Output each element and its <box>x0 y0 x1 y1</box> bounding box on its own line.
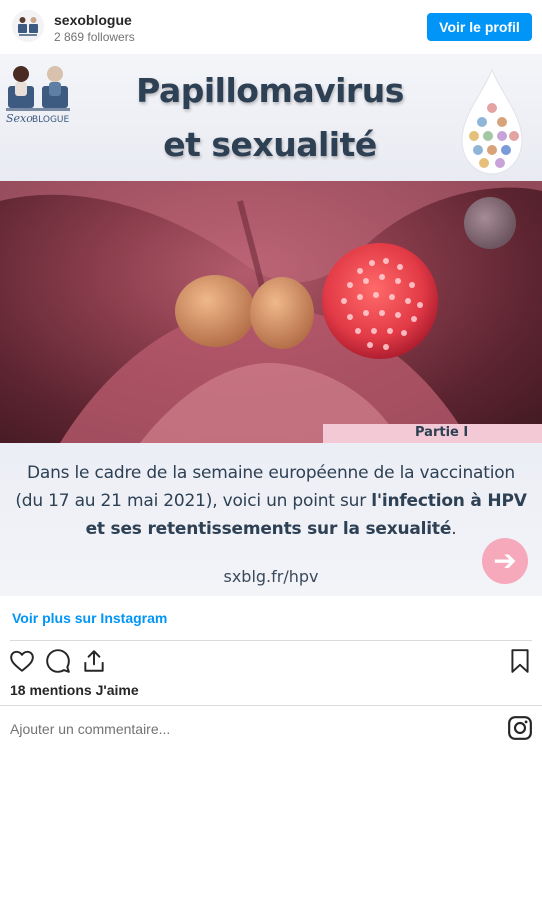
desc-line-3-end: . <box>451 519 457 539</box>
post-caption-area: Dans le cadre de la semaine européenne d… <box>0 443 542 596</box>
avatar[interactable] <box>12 10 44 42</box>
post-header: sexoblogue 2 869 followers Voir le profi… <box>0 0 542 54</box>
username[interactable]: sexoblogue <box>54 12 132 28</box>
title-line-1: Papillomavirus <box>136 71 404 110</box>
bookmark-icon[interactable] <box>507 648 533 674</box>
divider <box>0 705 542 706</box>
post-title: Papillomavirus et sexualité <box>120 64 420 172</box>
desc-line-1: Dans le cadre de la semaine européenne d… <box>26 463 516 483</box>
desc-line-3: et ses retentissements sur la sexualité. <box>0 515 542 543</box>
desc-line-2-normal: (du 17 au 21 mai 2021), voici un point s… <box>15 491 372 511</box>
sexoblogue-logo: Sexo BLOGUE <box>2 56 80 128</box>
title-line-2: et sexualité <box>163 125 377 164</box>
svg-text:BLOGUE: BLOGUE <box>32 115 70 125</box>
divider <box>10 640 532 641</box>
comment-input[interactable] <box>10 716 490 742</box>
post-link: sxblg.fr/hpv <box>223 567 319 586</box>
comment-icon[interactable] <box>45 648 71 674</box>
followers-count: 2 869 followers <box>54 30 135 44</box>
share-icon[interactable] <box>81 648 107 674</box>
desc-line-3-bold: et ses retentissements sur la sexualité <box>85 519 452 539</box>
cervix-hpv-illustration <box>0 181 542 443</box>
next-slide-arrow-icon[interactable]: ➔ <box>482 538 528 584</box>
partie-label: Partie I <box>415 425 469 440</box>
likes-count[interactable]: 18 mentions J'aime <box>10 682 139 698</box>
view-more-instagram-link[interactable]: Voir plus sur Instagram <box>12 610 167 626</box>
desc-line-2: (du 17 au 21 mai 2021), voici un point s… <box>0 487 542 515</box>
heart-icon[interactable] <box>9 648 35 674</box>
post-description: Dans le cadre de la semaine européenne d… <box>0 459 542 543</box>
desc-line-2-bold: l'infection à HPV <box>371 491 527 511</box>
drop-faces-illustration <box>458 68 526 176</box>
post-image[interactable]: Sexo BLOGUE Papillomavirus et sexualité <box>0 54 542 596</box>
instagram-icon[interactable] <box>507 715 533 741</box>
post-title-area: Sexo BLOGUE Papillomavirus et sexualité <box>0 54 542 181</box>
view-profile-button[interactable]: Voir le profil <box>427 13 532 41</box>
svg-text:Sexo: Sexo <box>6 112 33 125</box>
